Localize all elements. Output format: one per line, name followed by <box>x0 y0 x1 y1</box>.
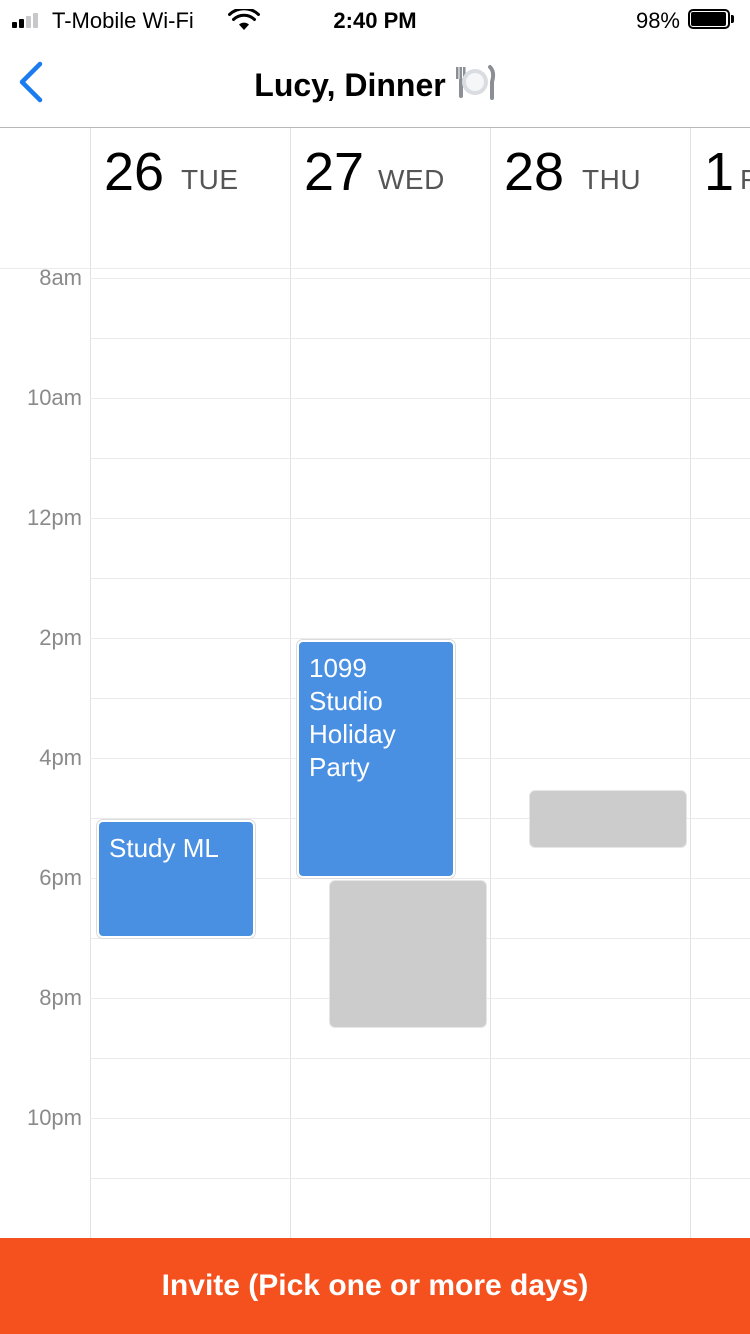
status-bar: T-Mobile Wi-Fi 2:40 PM 98% <box>0 0 750 40</box>
time-label: 10am <box>26 385 82 410</box>
time-label: 8pm <box>39 985 82 1010</box>
day-header-26[interactable]: 26 TUE <box>90 128 290 268</box>
busy-block[interactable] <box>529 790 687 848</box>
event-holiday-party[interactable]: 1099 Studio Holiday Party <box>297 640 455 878</box>
week-calendar[interactable]: 26 TUE 27 WED 28 THU 1 F 8am 10am 12pm 2… <box>0 128 750 1238</box>
event-study-ml[interactable]: Study ML <box>97 820 255 938</box>
day-of-week: F <box>740 164 750 195</box>
time-label: 8am <box>39 265 82 290</box>
page-title: Lucy, Dinner <box>0 64 750 104</box>
day-number: 27 <box>304 142 365 202</box>
day-number: 28 <box>504 142 565 202</box>
day-of-week: WED <box>378 164 445 195</box>
battery-percentage: 98% <box>635 8 680 33</box>
day-of-week: THU <box>582 164 642 195</box>
day-of-week: TUE <box>181 164 239 195</box>
event-title: 1099 Studio Holiday Party <box>309 653 396 782</box>
day-header-28[interactable]: 28 THU <box>490 128 690 268</box>
invite-button[interactable]: Invite (Pick one or more days) <box>0 1238 750 1334</box>
plate-with-cutlery-icon <box>455 65 495 100</box>
busy-block[interactable] <box>329 880 487 1028</box>
day-number: 1 <box>704 142 735 202</box>
time-label: 10pm <box>26 1105 82 1130</box>
page-title-text: Lucy, Dinner <box>254 67 446 103</box>
day-header-1[interactable]: 1 F <box>690 128 750 268</box>
time-label: 6pm <box>39 865 82 890</box>
day-header-27[interactable]: 27 WED <box>290 128 490 268</box>
time-label: 4pm <box>39 745 82 770</box>
navigation-bar: Lucy, Dinner <box>0 40 750 128</box>
time-label: 12pm <box>26 505 82 530</box>
battery-icon <box>688 9 736 31</box>
time-label: 2pm <box>39 625 82 650</box>
event-title: Study ML <box>109 833 219 863</box>
day-number: 26 <box>104 142 165 202</box>
